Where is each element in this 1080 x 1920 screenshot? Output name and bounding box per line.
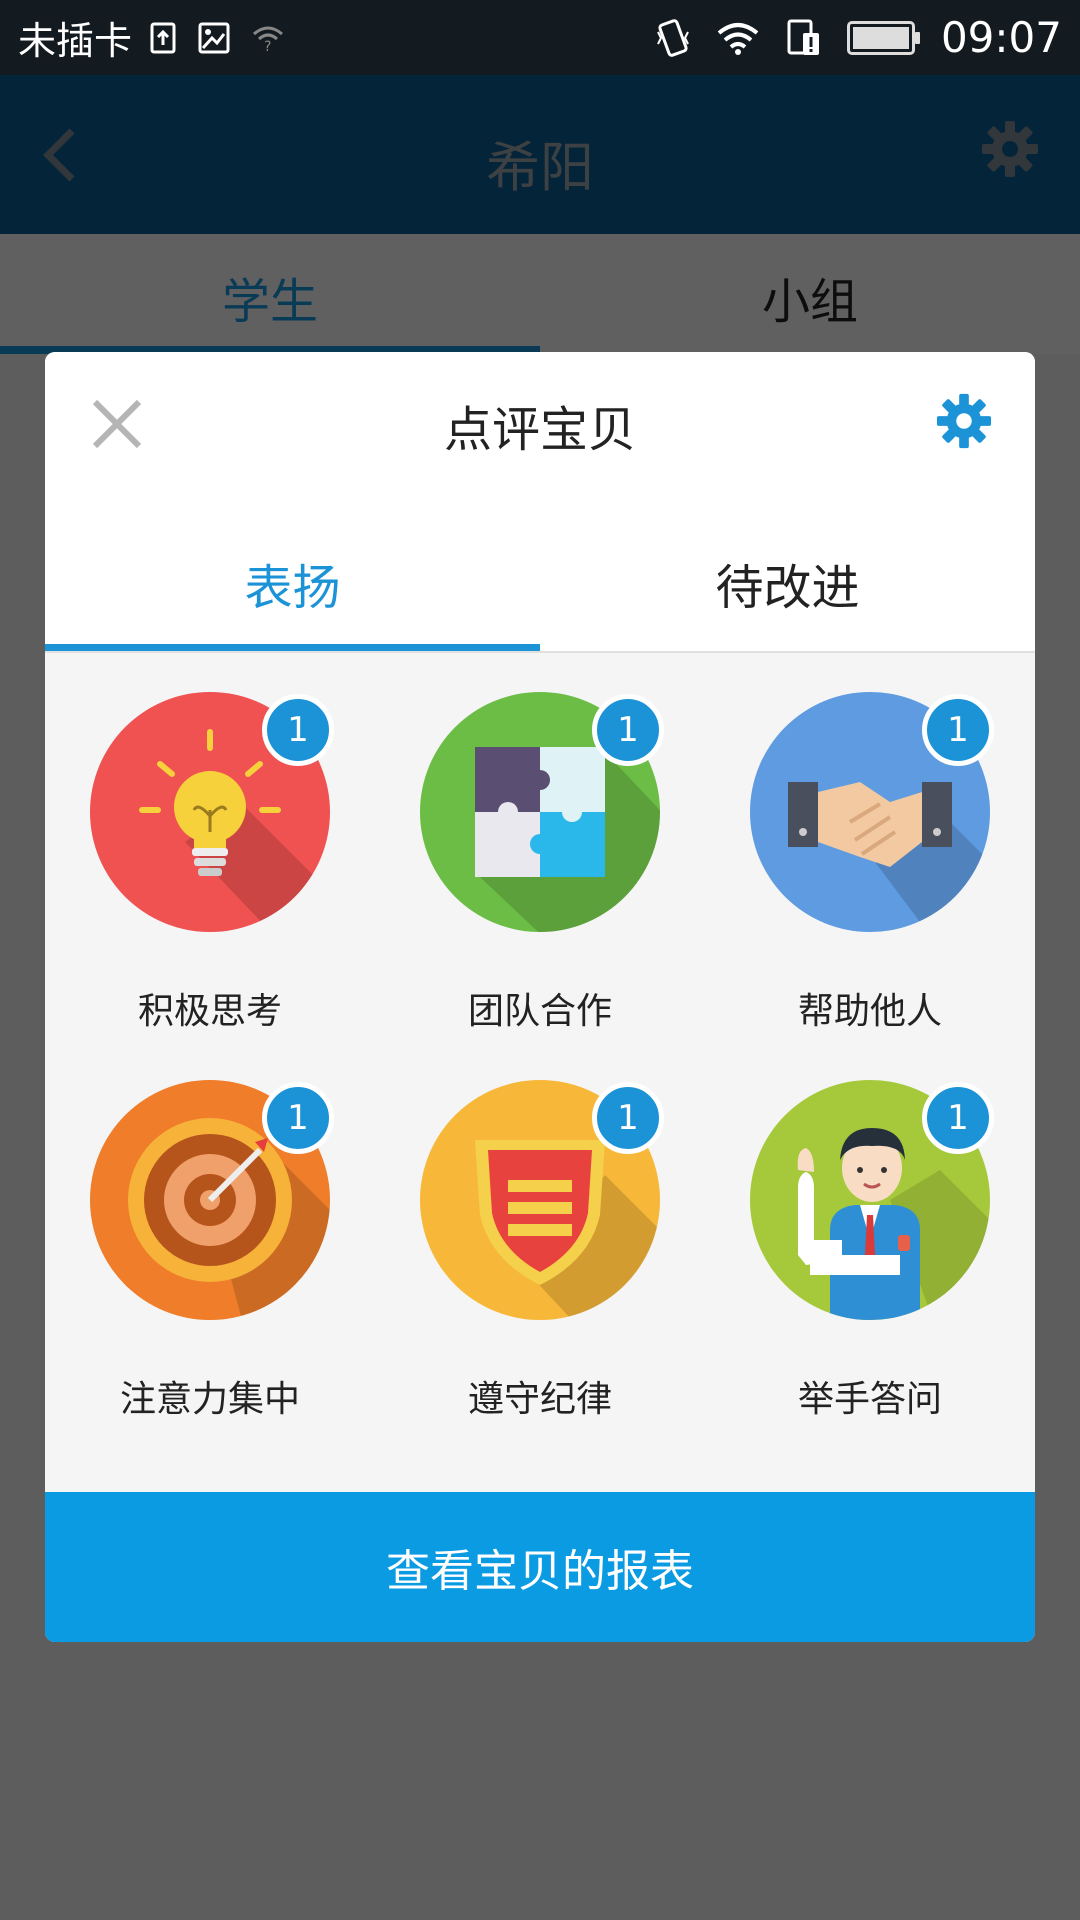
- vibrate-icon: [657, 18, 689, 57]
- dialog-header: 点评宝贝 表扬 待改进: [45, 352, 1035, 653]
- count-badge: 1: [262, 1082, 334, 1154]
- dialog-title: 点评宝贝: [443, 402, 636, 458]
- image-icon: [198, 22, 230, 53]
- behavior-label: 积极思考: [137, 991, 282, 1032]
- tab-needs-improvement[interactable]: 待改进: [540, 548, 1035, 618]
- behavior-item-raise-hand[interactable]: 1 举手答问: [705, 1080, 1035, 1470]
- behavior-label: 帮助他人: [797, 991, 942, 1032]
- behavior-label: 注意力集中: [119, 1379, 300, 1420]
- count-badge: 1: [922, 694, 994, 766]
- behavior-label: 团队合作: [467, 991, 612, 1032]
- wifi-question-icon: ?: [253, 26, 283, 52]
- behavior-item-active-thinking[interactable]: 1 积极思考: [45, 692, 375, 1082]
- count-badge: 1: [922, 1082, 994, 1154]
- behavior-item-focus[interactable]: 1 注意力集中: [45, 1080, 375, 1470]
- sim-alert-icon: [787, 19, 819, 55]
- svg-text:?: ?: [264, 39, 271, 52]
- behavior-label: 举手答问: [797, 1379, 942, 1420]
- sim-upload-icon: [150, 22, 176, 53]
- gear-icon[interactable]: [935, 392, 993, 450]
- tab-praise[interactable]: 表扬: [45, 548, 540, 618]
- status-bar: 未插卡 ? 09:07: [0, 0, 1080, 75]
- view-report-button[interactable]: 查看宝贝的报表: [45, 1492, 1035, 1642]
- count-badge: 1: [592, 694, 664, 766]
- behavior-label: 遵守纪律: [467, 1379, 612, 1420]
- behavior-item-discipline[interactable]: 1 遵守纪律: [375, 1080, 705, 1470]
- review-dialog: 点评宝贝 表扬 待改进 1 积极思考 1 团队合作 1 帮助他人 1 注意力集中…: [45, 352, 1035, 1642]
- carrier-label: 未插卡: [18, 19, 133, 63]
- count-badge: 1: [592, 1082, 664, 1154]
- clock: 09:07: [940, 13, 1062, 62]
- battery-icon: [846, 20, 920, 55]
- behavior-item-helping-others[interactable]: 1 帮助他人: [705, 692, 1035, 1082]
- behavior-item-teamwork[interactable]: 1 团队合作: [375, 692, 705, 1082]
- divider: [45, 651, 1035, 653]
- wifi-icon: [717, 22, 759, 55]
- count-badge: 1: [262, 694, 334, 766]
